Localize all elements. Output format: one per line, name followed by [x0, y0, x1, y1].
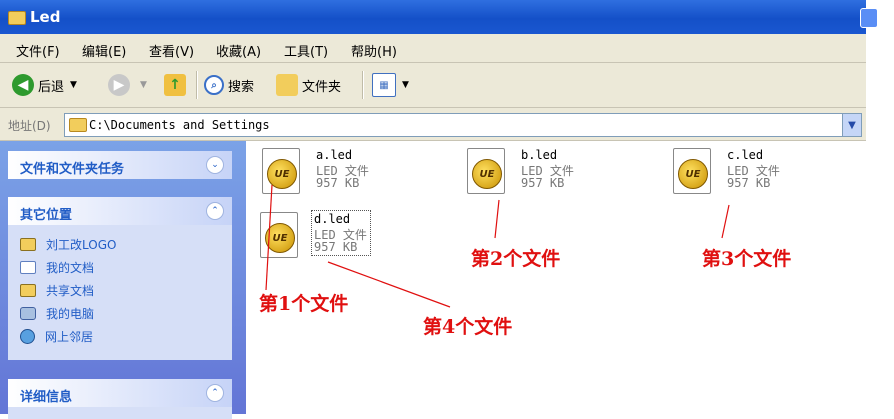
annotation-file-1: 第1个文件	[259, 293, 349, 315]
annotation-file-4: 第4个文件	[423, 316, 513, 338]
annotation-line-2	[494, 199, 500, 239]
annotation-file-3: 第3个文件	[702, 248, 792, 270]
annotation-lines	[265, 184, 730, 308]
annotation-line-3	[721, 204, 730, 239]
annotation-line-1	[265, 184, 273, 291]
annotation-file-2: 第2个文件	[471, 248, 561, 270]
